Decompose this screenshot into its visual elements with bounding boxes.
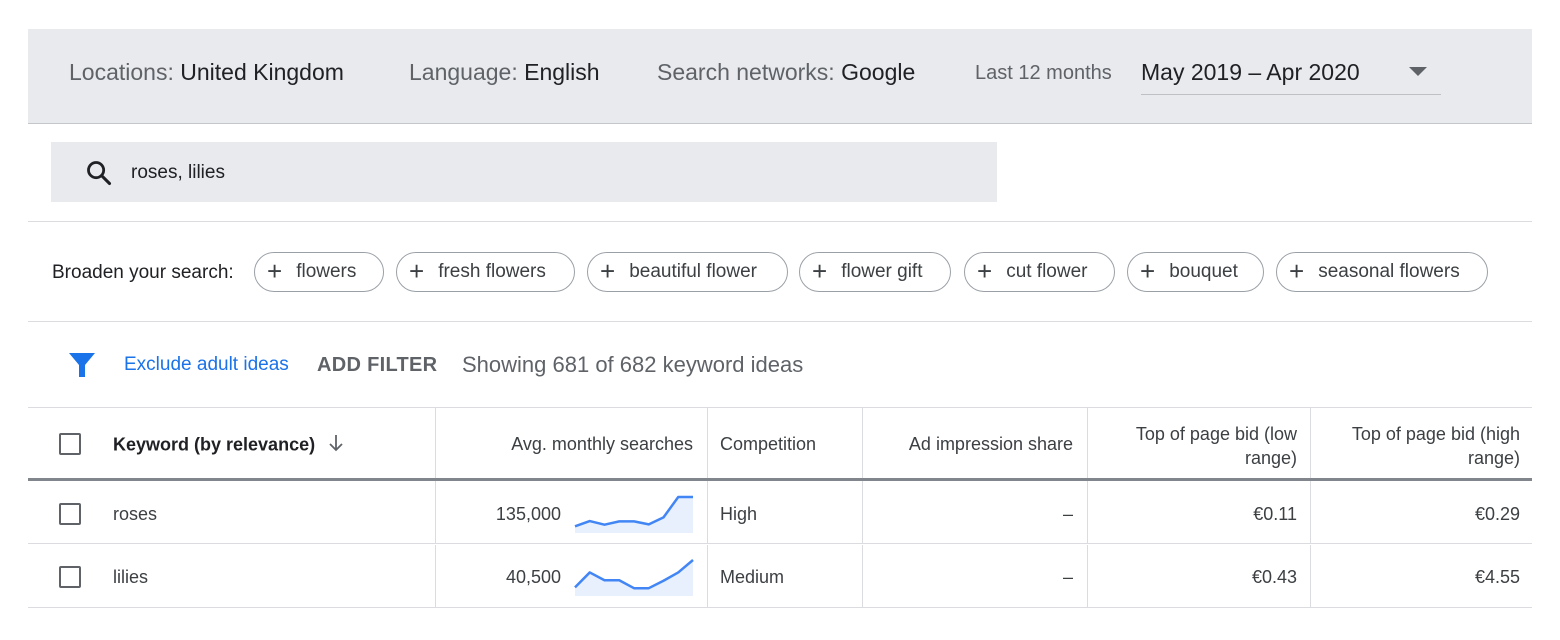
competition-cell: High [720,504,758,524]
period-label: Last 12 months [975,62,1112,84]
impression-share-cell: – [1062,567,1073,587]
plus-icon: + [600,256,616,286]
table-row[interactable]: lilies 40,500 Medium – €0.43 €4.55 [28,545,1532,608]
sparkline-area [575,560,693,596]
networks-filter[interactable]: Search networks: Google [657,59,915,86]
column-divider [862,408,863,478]
keyword-cell: lilies [113,567,149,587]
broaden-chip[interactable]: + seasonal flowers [1276,252,1488,292]
searches-cell: 135,000 [495,504,561,524]
search-query-text: roses, lilies [131,162,225,183]
column-divider [1087,481,1088,543]
bid-high-cell: €0.29 [1474,504,1520,524]
column-header-keyword[interactable]: Keyword (by relevance) [113,434,344,457]
plus-icon: + [267,256,283,286]
plus-icon: + [1140,256,1156,286]
broaden-chip[interactable]: + beautiful flower [587,252,788,292]
filter-bar: Locations: United Kingdom Language: Engl… [28,29,1532,124]
exclude-adult-ideas-link[interactable]: Exclude adult ideas [124,354,289,376]
column-header-impression-share[interactable]: Ad impression share [873,434,1073,455]
plus-icon: + [977,256,993,286]
column-divider [862,481,863,543]
column-header-searches[interactable]: Avg. monthly searches [448,434,693,455]
divider [28,321,1532,322]
plus-icon: + [409,256,425,286]
keyword-cell: roses [113,504,158,524]
language-filter[interactable]: Language: English [409,59,600,86]
competition-cell: Medium [720,567,785,587]
table-header: Keyword (by relevance) Avg. monthly sear… [28,407,1532,481]
column-divider [1087,545,1088,607]
broaden-chip[interactable]: + fresh flowers [396,252,575,292]
add-filter-button[interactable]: ADD FILTER [317,354,437,377]
column-divider [1310,481,1311,543]
locations-filter[interactable]: Locations: United Kingdom [69,59,344,86]
table-row[interactable]: roses 135,000 High – €0.11 €0.29 [28,481,1532,544]
row-checkbox[interactable] [59,503,81,525]
keyword-search-input[interactable]: roses, lilies [51,142,997,202]
column-divider [435,481,436,543]
column-divider [435,545,436,607]
impression-share-cell: – [1062,504,1073,524]
filter-icon[interactable] [68,352,96,383]
column-divider [707,545,708,607]
plus-icon: + [1289,256,1305,286]
column-divider [862,545,863,607]
column-divider [707,408,708,478]
arrow-down-icon [328,434,344,457]
broaden-chip[interactable]: + flower gift [799,252,951,292]
column-divider [435,408,436,478]
column-header-competition[interactable]: Competition [720,434,816,455]
results-count: Showing 681 of 682 keyword ideas [462,352,804,377]
search-icon [85,159,113,192]
column-divider [1087,408,1088,478]
broaden-chip[interactable]: + flowers [254,252,384,292]
row-checkbox[interactable] [59,566,81,588]
column-header-bid-high[interactable]: Top of page bid (high range) [1320,422,1520,470]
searches-cell: 40,500 [505,567,561,587]
plus-icon: + [812,256,828,286]
column-divider [1310,545,1311,607]
broaden-chip[interactable]: + bouquet [1127,252,1264,292]
divider [28,221,1532,222]
date-range-select[interactable]: May 2019 – Apr 2020 [1141,53,1441,95]
trend-sparkline [574,495,693,533]
broaden-search-label: Broaden your search: [52,262,234,283]
bid-high-cell: €4.55 [1474,567,1520,587]
bid-low-cell: €0.11 [1253,504,1297,524]
bid-low-cell: €0.43 [1251,567,1297,587]
trend-sparkline [574,559,694,596]
chevron-down-icon [1409,67,1427,76]
select-all-checkbox[interactable] [59,433,81,455]
column-divider [1310,408,1311,478]
column-header-bid-low[interactable]: Top of page bid (low range) [1098,422,1297,470]
broaden-chip[interactable]: + cut flower [964,252,1115,292]
column-divider [707,481,708,543]
